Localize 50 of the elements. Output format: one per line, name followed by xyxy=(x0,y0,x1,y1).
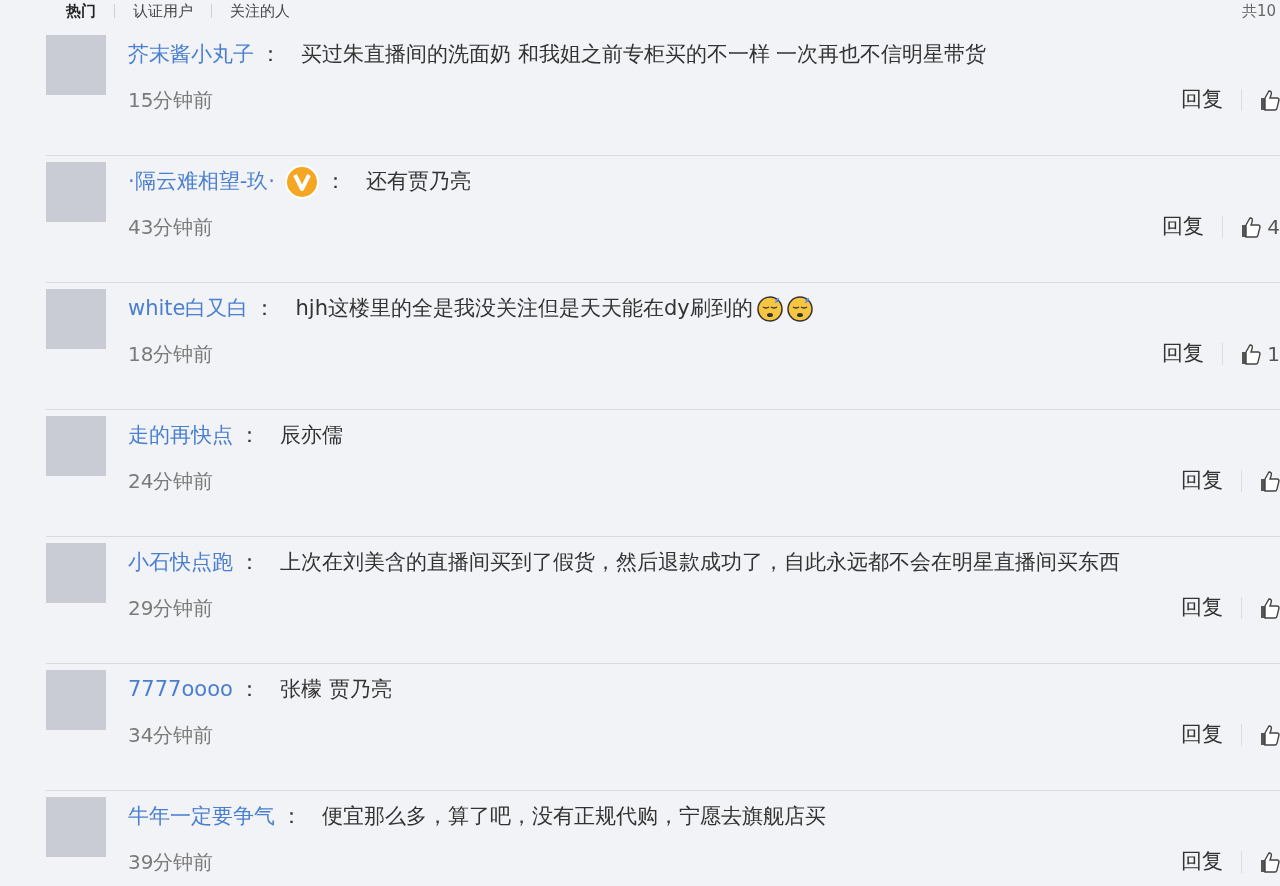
comment-text: 买过朱直播间的洗面奶 和我姐之前专柜买的不一样 一次再也不信明星带货 xyxy=(301,41,987,69)
thumbs-up-icon[interactable] xyxy=(1260,724,1280,746)
filter-tab[interactable]: 热门 xyxy=(66,1,96,21)
reply-link[interactable]: 回复 xyxy=(1162,338,1205,370)
thumbs-up-icon[interactable] xyxy=(1260,597,1280,619)
username-link[interactable]: 7777oooo xyxy=(128,674,233,706)
thumbs-up-icon[interactable] xyxy=(1260,470,1280,492)
username-link[interactable]: white白又白 xyxy=(128,293,249,325)
sleepy-face-icon xyxy=(756,296,783,322)
username-link[interactable]: 牛年一定要争气 xyxy=(128,801,275,833)
timestamp: 18分钟前 xyxy=(128,341,215,368)
reply-link[interactable]: 回复 xyxy=(1181,84,1223,116)
sleepy-face-icon xyxy=(786,296,813,322)
reply-link[interactable]: 回复 xyxy=(1162,211,1205,243)
reply-link[interactable]: 回复 xyxy=(1181,719,1223,751)
username-link[interactable]: 芥末酱小丸子 xyxy=(128,39,254,71)
timestamp: 29分钟前 xyxy=(128,595,215,622)
comment-text: hjh这楼里的全是我没关注但是天天能在dy刷到的 xyxy=(295,295,753,323)
reply-link[interactable]: 回复 xyxy=(1181,465,1223,497)
comment-text: 上次在刘美含的直播间买到了假货，然后退款成功了，自此永远都不会在明星直播间买东西 xyxy=(280,549,1120,577)
colon-separator: ： xyxy=(239,549,260,577)
thumbs-up-icon[interactable] xyxy=(1241,216,1262,238)
username-link[interactable]: 走的再快点 xyxy=(128,420,233,452)
comment-text: 张檬 贾乃亮 xyxy=(279,676,392,704)
username-link[interactable]: 小石快点跑 xyxy=(128,547,233,579)
thumbs-up-icon[interactable] xyxy=(1260,851,1280,873)
thumbs-up-icon[interactable] xyxy=(1241,343,1262,365)
colon-separator: ： xyxy=(254,295,276,323)
colon-separator: ： xyxy=(324,168,346,196)
comment-text: 还有贾乃亮 xyxy=(365,168,471,196)
username-link[interactable]: ·隔云难相望-玖· xyxy=(128,166,275,198)
like-count: 1 xyxy=(1267,341,1280,368)
timestamp: 43分钟前 xyxy=(128,214,215,241)
timestamp: 39分钟前 xyxy=(128,849,215,876)
timestamp: 34分钟前 xyxy=(128,722,215,749)
reply-link[interactable]: 回复 xyxy=(1181,592,1223,624)
comment-count: 共10 xyxy=(1241,1,1276,21)
timestamp: 15分钟前 xyxy=(128,87,215,114)
like-count: 4 xyxy=(1267,214,1280,241)
colon-separator: ： xyxy=(281,803,302,831)
comment-text: 便宜那么多，算了吧，没有正规代购，宁愿去旗舰店买 xyxy=(322,803,826,831)
colon-separator: ： xyxy=(238,676,260,704)
colon-separator: ： xyxy=(260,41,281,69)
timestamp: 24分钟前 xyxy=(128,468,215,495)
thumbs-up-icon[interactable] xyxy=(1260,89,1280,111)
colon-separator: ： xyxy=(239,422,260,450)
reply-link[interactable]: 回复 xyxy=(1181,846,1223,877)
comment-text: 辰亦儒 xyxy=(280,422,343,450)
filter-tab[interactable]: 关注的人 xyxy=(230,1,290,21)
filter-tab[interactable]: 认证用户 xyxy=(133,1,193,21)
